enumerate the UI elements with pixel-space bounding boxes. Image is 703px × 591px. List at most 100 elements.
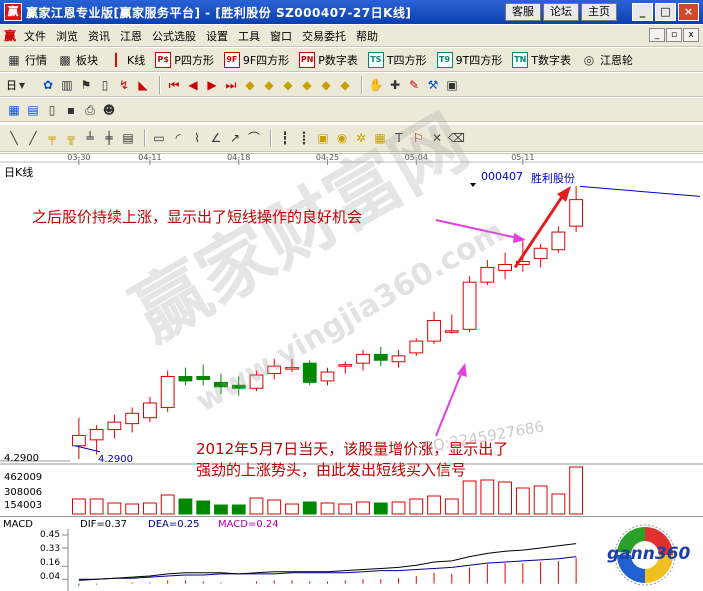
p-square-button[interactable]: P$ P四方形 (155, 51, 214, 68)
candle-body (444, 330, 459, 333)
p-square-icon: P$ (155, 51, 172, 68)
menu-trade[interactable]: 交易委托 (302, 28, 346, 44)
rect-tool-icon[interactable]: ▭ (151, 130, 167, 146)
diamond-left-icon[interactable]: ◆ (261, 77, 277, 93)
reset-icon[interactable]: ↯ (116, 77, 132, 93)
save-icon[interactable]: ▪ (63, 102, 79, 118)
service-link[interactable]: 客服 (505, 3, 541, 21)
t-table-button[interactable]: TN T数字表 (512, 51, 571, 68)
menu-window[interactable]: 窗口 (270, 28, 292, 44)
prev-icon[interactable]: ◀ (185, 77, 201, 93)
volume-bar (373, 502, 388, 515)
mdi-restore-button[interactable]: ▫ (666, 28, 682, 42)
volume-bar (391, 501, 406, 515)
kline-chart[interactable]: 03-30 04-11 04-18 04-25 05-04 05-11 日K线 00040… (0, 99, 703, 515)
volume-bar (89, 498, 104, 515)
p-table-button[interactable]: PN P数字表 (299, 51, 358, 68)
cross-icon[interactable]: ✚ (387, 77, 403, 93)
title-bar: 赢 赢家江恩专业版[赢家服务平台] - [胜利股份 SZ000407-27日K线… (0, 0, 703, 24)
triangle-icon[interactable]: ◣ (135, 77, 151, 93)
price-axis-label: 4.2900 (4, 453, 39, 464)
channel-tool-icon[interactable]: ╤ (44, 130, 60, 146)
minimize-button[interactable]: _ (632, 3, 653, 21)
arc-tool-icon[interactable]: ◜ (170, 130, 186, 146)
people-icon[interactable]: ☻ (101, 102, 117, 118)
print-icon[interactable]: ⎙ (82, 102, 98, 118)
mdi-minimize-button[interactable]: _ (649, 28, 665, 42)
parallel-tool-icon[interactable]: ╱ (25, 130, 41, 146)
cycle-tool-icon[interactable]: ┇ (277, 130, 293, 146)
fan-tool-icon[interactable]: ⌇ (189, 130, 205, 146)
9f-square-icon: 9F (223, 51, 240, 68)
period-label: 日K线 (4, 166, 34, 179)
9t-square-button[interactable]: T9 9T四方形 (436, 51, 502, 68)
angle-tool-icon[interactable]: ∠ (208, 130, 224, 146)
menu-formula[interactable]: 公式选股 (152, 28, 196, 44)
menu-help[interactable]: 帮助 (356, 28, 378, 44)
last-icon[interactable]: ⏭ (223, 77, 239, 93)
time-tool-icon[interactable]: ┋ (296, 130, 312, 146)
forum-link[interactable]: 论坛 (543, 3, 579, 21)
t-square-label: T四方形 (386, 53, 427, 67)
period-select[interactable]: 日 ▾ (6, 77, 30, 93)
candle-body (107, 421, 122, 431)
first-icon[interactable]: ⏮ (166, 77, 182, 93)
period-value: 日 (6, 78, 17, 92)
macd-tick: 0.04 (40, 572, 61, 582)
grid-tool-icon[interactable]: ╪ (101, 130, 117, 146)
home-link[interactable]: 主页 (581, 3, 617, 21)
candle-body (409, 340, 424, 354)
diamond-up-icon[interactable]: ◆ (280, 77, 296, 93)
volume-bar (498, 481, 512, 515)
menu-gann[interactable]: 江恩 (120, 28, 142, 44)
pointer-arrow-bottom (435, 368, 464, 437)
hand-icon[interactable]: ✋ (368, 77, 384, 93)
dropdown-icon[interactable]: ▯ (97, 77, 113, 93)
date-tick-label: 04-18 (227, 154, 250, 162)
maximize-button[interactable]: □ (655, 3, 676, 21)
diamond-minus-icon[interactable]: ◆ (337, 77, 353, 93)
fib-tool-icon[interactable]: ╦ (63, 130, 79, 146)
document-icon[interactable]: ▯ (44, 102, 60, 118)
macd-panel[interactable]: MACD DIF=0.37 DEA=0.25 MACD=0.24 0.45 0.… (0, 516, 703, 591)
quotes-button[interactable]: ▦ 行情 (6, 52, 47, 68)
menu-file[interactable]: 文件 (24, 28, 46, 44)
menu-logo-icon[interactable]: 赢 (4, 27, 16, 44)
candles-icon: ┃ (112, 52, 120, 67)
t-square-icon: TS (367, 51, 384, 68)
t-square-button[interactable]: TS T四方形 (367, 51, 427, 68)
ray-tool-icon[interactable]: ↗ (227, 130, 243, 146)
macd-title: MACD (3, 519, 33, 530)
9f-square-button[interactable]: 9F 9F四方形 (223, 51, 289, 68)
app-window: 赢 赢家江恩专业版[赢家服务平台] - [胜利股份 SZ000407-27日K线… (0, 0, 703, 591)
box-tool-icon[interactable]: ▤ (120, 130, 136, 146)
chart-icon[interactable]: ▥ (59, 77, 75, 93)
stock-name: 胜利股份 (531, 172, 575, 185)
menu-tools[interactable]: 工具 (238, 28, 260, 44)
flag-icon[interactable]: ⚑ (78, 77, 94, 93)
kline-button[interactable]: ┃ K线 (108, 52, 145, 68)
panel-icon[interactable]: ▤ (25, 102, 41, 118)
menu-info[interactable]: 资讯 (88, 28, 110, 44)
volume-bar (285, 503, 299, 515)
mdi-close-button[interactable]: x (683, 28, 699, 42)
menu-settings[interactable]: 设置 (206, 28, 228, 44)
diamond-down-icon[interactable]: ◆ (299, 77, 315, 93)
stock-icon[interactable]: ✿ (40, 77, 56, 93)
pointer-arrow-bottom-head (457, 363, 467, 377)
sector-button[interactable]: ▩ 板块 (57, 52, 98, 68)
close-button[interactable]: × (678, 3, 699, 21)
calendar-icon[interactable]: ▦ (6, 102, 22, 118)
gann-fan-icon[interactable]: ╧ (82, 130, 98, 146)
gann-wheel-button[interactable]: ◎ 江恩轮 (581, 52, 633, 68)
p-table-label: P数字表 (318, 53, 358, 67)
spiral-tool-icon[interactable]: ⌒ (246, 130, 262, 146)
diamond-plus-icon[interactable]: ◆ (318, 77, 334, 93)
line-tool-icon[interactable]: ╲ (6, 130, 22, 146)
candle-body (338, 364, 353, 367)
volume-bar (551, 493, 566, 515)
puzzle-icon[interactable]: ▣ (444, 77, 460, 93)
next-icon[interactable]: ▶ (204, 77, 220, 93)
menu-browse[interactable]: 浏览 (56, 28, 78, 44)
diamond-icon[interactable]: ◆ (242, 77, 258, 93)
